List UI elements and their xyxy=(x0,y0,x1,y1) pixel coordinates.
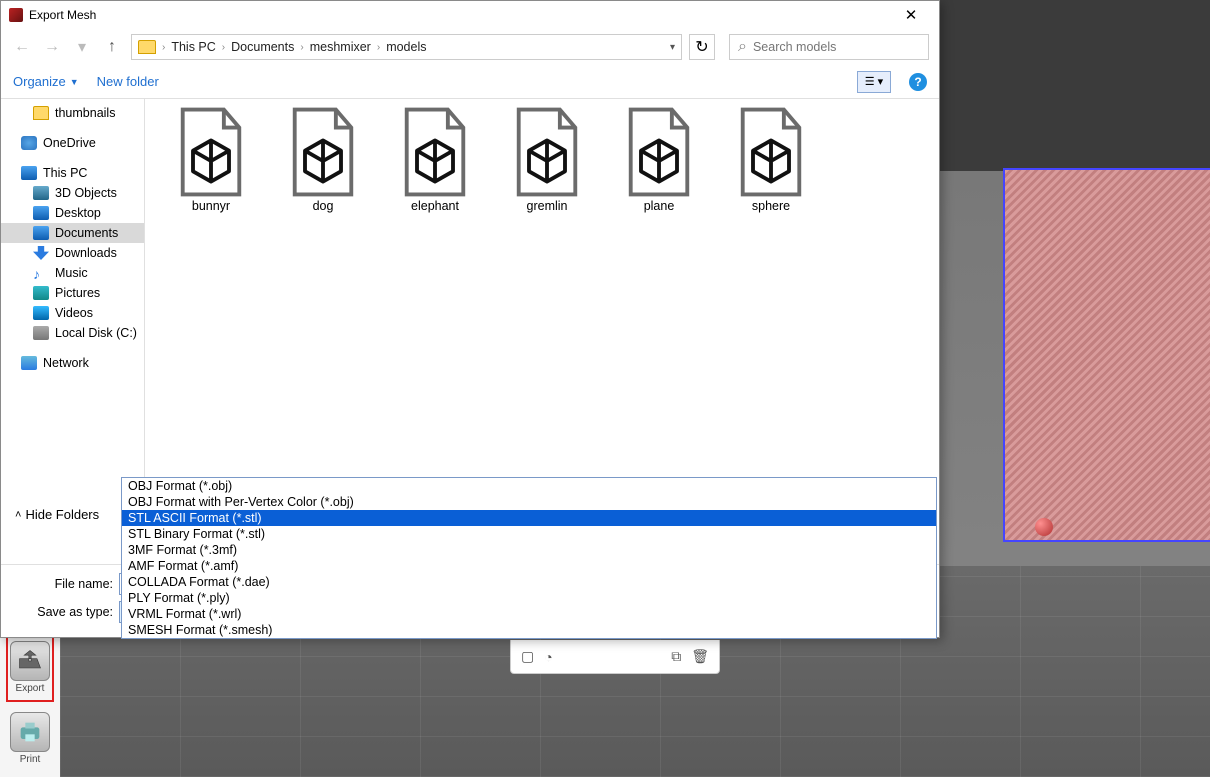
folder-icon xyxy=(33,106,49,120)
filename-label: File name: xyxy=(15,577,119,591)
tree-item-videos[interactable]: Videos xyxy=(1,303,144,323)
nav-forward-button[interactable]: → xyxy=(41,36,63,58)
tree-item-this-pc[interactable]: This PC xyxy=(1,163,144,183)
search-input[interactable] xyxy=(753,40,920,54)
folder-icon xyxy=(138,40,156,54)
breadcrumb[interactable]: models xyxy=(386,40,426,54)
object-browser-footer: ▢ ◔ ⧉ 🗑 xyxy=(510,640,720,674)
tree-item-pictures[interactable]: Pictures xyxy=(1,283,144,303)
clock-icon[interactable]: ◔ xyxy=(544,649,552,665)
cube-icon[interactable]: ▢ xyxy=(521,648,534,665)
file-sphere[interactable]: sphere xyxy=(715,105,827,221)
pivot-gizmo[interactable] xyxy=(1035,518,1053,536)
chevron-up-icon: ˄ xyxy=(15,509,21,521)
docs-icon xyxy=(33,226,49,240)
export-dialog: Export Mesh ✕ ← → ▾ ↑ › This PC › Docume… xyxy=(0,0,940,638)
disk-icon xyxy=(33,326,49,340)
breadcrumb[interactable]: meshmixer xyxy=(310,40,371,54)
type-option[interactable]: STL ASCII Format (*.stl) xyxy=(122,510,936,526)
type-option[interactable]: OBJ Format with Per-Vertex Color (*.obj) xyxy=(122,494,936,510)
address-bar[interactable]: › This PC › Documents › meshmixer › mode… xyxy=(131,34,682,60)
print-button[interactable]: Print xyxy=(6,708,54,771)
type-option[interactable]: OBJ Format (*.obj) xyxy=(122,478,936,494)
app-icon xyxy=(9,8,23,22)
vid-icon xyxy=(33,306,49,320)
printer-icon xyxy=(10,712,50,752)
type-option[interactable]: SMESH Format (*.smesh) xyxy=(122,622,936,638)
nav-up-button[interactable]: ↑ xyxy=(101,36,123,58)
tree-item-3d-objects[interactable]: 3D Objects xyxy=(1,183,144,203)
tree-item-music[interactable]: ♪Music xyxy=(1,263,144,283)
savetype-dropdown[interactable]: OBJ Format (*.obj)OBJ Format with Per-Ve… xyxy=(121,477,937,639)
tree-item-desktop[interactable]: Desktop xyxy=(1,203,144,223)
copy-icon[interactable]: ⧉ xyxy=(671,648,681,665)
export-button[interactable]: Export xyxy=(6,635,54,702)
net-icon xyxy=(21,356,37,370)
refresh-button[interactable]: ↻ xyxy=(689,34,715,60)
onedrive-icon xyxy=(21,136,37,150)
close-button[interactable]: ✕ xyxy=(891,6,931,24)
breadcrumb[interactable]: Documents xyxy=(231,40,294,54)
type-option[interactable]: COLLADA Format (*.dae) xyxy=(122,574,936,590)
nav-back-button[interactable]: ← xyxy=(11,36,33,58)
mesh-object[interactable] xyxy=(1005,170,1210,540)
window-title: Export Mesh xyxy=(29,8,891,22)
new-folder-button[interactable]: New folder xyxy=(97,74,159,89)
search-icon: ⌕ xyxy=(738,38,747,56)
tree-item-downloads[interactable]: Downloads xyxy=(1,243,144,263)
music-icon: ♪ xyxy=(33,266,49,280)
type-option[interactable]: AMF Format (*.amf) xyxy=(122,558,936,574)
breadcrumb[interactable]: This PC xyxy=(171,40,215,54)
tree-item-thumbnails[interactable]: thumbnails xyxy=(1,103,144,123)
search-box[interactable]: ⌕ xyxy=(729,34,929,60)
savetype-label: Save as type: xyxy=(15,605,119,619)
hide-folders-button[interactable]: ˄ Hide Folders xyxy=(15,507,99,522)
file-bunnyr[interactable]: bunnyr xyxy=(155,105,267,221)
pic-icon xyxy=(33,286,49,300)
file-gremlin[interactable]: gremlin xyxy=(491,105,603,221)
trash-icon[interactable]: 🗑 xyxy=(691,648,709,665)
file-dog[interactable]: dog xyxy=(267,105,379,221)
down-icon xyxy=(33,246,49,260)
desk-icon xyxy=(33,206,49,220)
tree-item-onedrive[interactable]: OneDrive xyxy=(1,133,144,153)
type-option[interactable]: STL Binary Format (*.stl) xyxy=(122,526,936,542)
type-option[interactable]: VRML Format (*.wrl) xyxy=(122,606,936,622)
obj3d-icon xyxy=(33,186,49,200)
type-option[interactable]: PLY Format (*.ply) xyxy=(122,590,936,606)
type-option[interactable]: 3MF Format (*.3mf) xyxy=(122,542,936,558)
export-icon xyxy=(10,641,50,681)
file-plane[interactable]: plane xyxy=(603,105,715,221)
nav-recent-button[interactable]: ▾ xyxy=(71,36,93,58)
tree-item-network[interactable]: Network xyxy=(1,353,144,373)
address-dropdown-icon[interactable]: ▾ xyxy=(670,42,675,53)
help-button[interactable]: ? xyxy=(909,73,927,91)
tree-item-local-disk-c-[interactable]: Local Disk (C:) xyxy=(1,323,144,343)
organize-menu[interactable]: Organize▼ xyxy=(13,74,79,89)
tree-item-documents[interactable]: Documents xyxy=(1,223,144,243)
pc-icon xyxy=(21,166,37,180)
titlebar[interactable]: Export Mesh ✕ xyxy=(1,1,939,29)
view-mode-button[interactable]: ☰ ▾ xyxy=(857,71,891,93)
file-elephant[interactable]: elephant xyxy=(379,105,491,221)
